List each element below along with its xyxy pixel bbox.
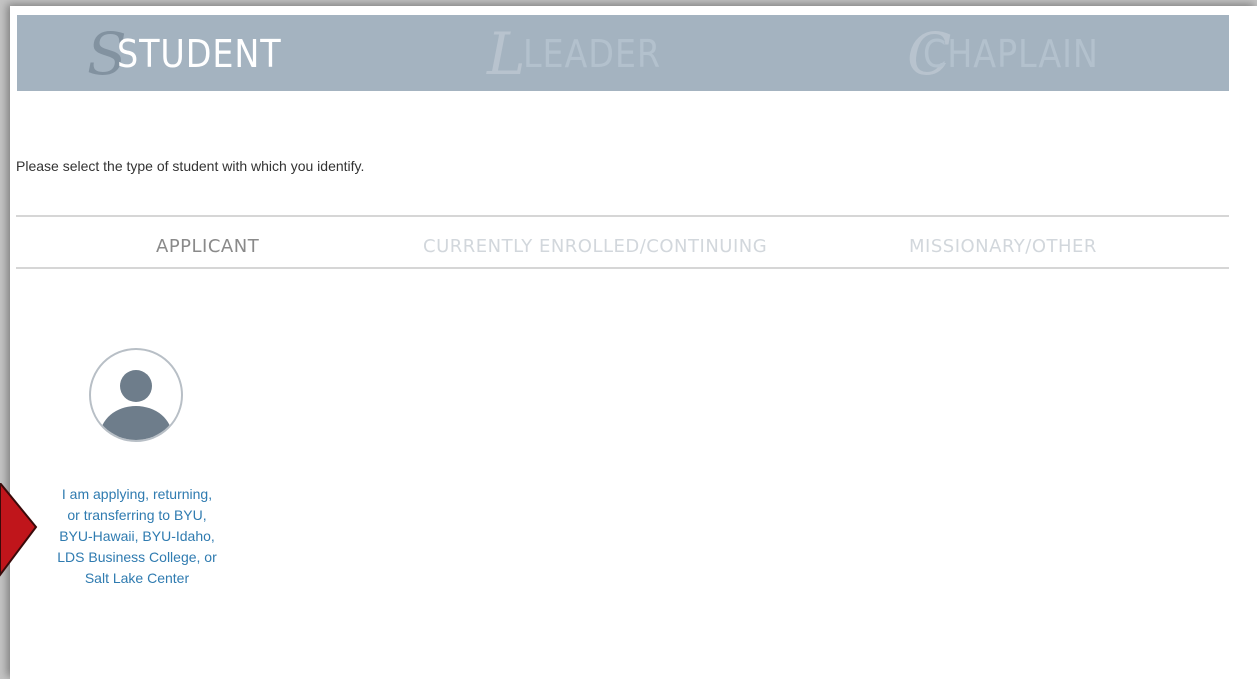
- user-avatar-icon: [89, 348, 183, 442]
- role-tab-student[interactable]: S STUDENT: [87, 15, 347, 91]
- applicant-option-card[interactable]: I am applying, returning, or transferrin…: [40, 346, 234, 606]
- role-label: CHAPLAIN: [923, 32, 1099, 76]
- divider-top: [16, 215, 1229, 217]
- divider-bottom: [16, 267, 1229, 269]
- applicant-option-text: I am applying, returning, or transferrin…: [57, 486, 217, 586]
- tab-currently-enrolled[interactable]: CURRENTLY ENROLLED/CONTINUING: [423, 232, 767, 262]
- role-label: LEADER: [523, 32, 662, 76]
- role-tab-chaplain[interactable]: C CHAPLAIN: [907, 15, 1207, 91]
- role-selector-bar: S STUDENT L LEADER C CHAPLAIN: [17, 15, 1229, 91]
- role-initial-flourish: L: [487, 20, 526, 88]
- role-tab-leader[interactable]: L LEADER: [487, 15, 727, 91]
- red-pointer-arrow-icon: [0, 483, 38, 577]
- tab-applicant[interactable]: APPLICANT: [156, 232, 259, 262]
- tab-missionary-other[interactable]: MISSIONARY/OTHER: [909, 232, 1097, 262]
- role-label: STUDENT: [117, 32, 282, 76]
- page-panel: S STUDENT L LEADER C CHAPLAIN Please sel…: [10, 6, 1257, 679]
- instruction-text: Please select the type of student with w…: [16, 158, 365, 174]
